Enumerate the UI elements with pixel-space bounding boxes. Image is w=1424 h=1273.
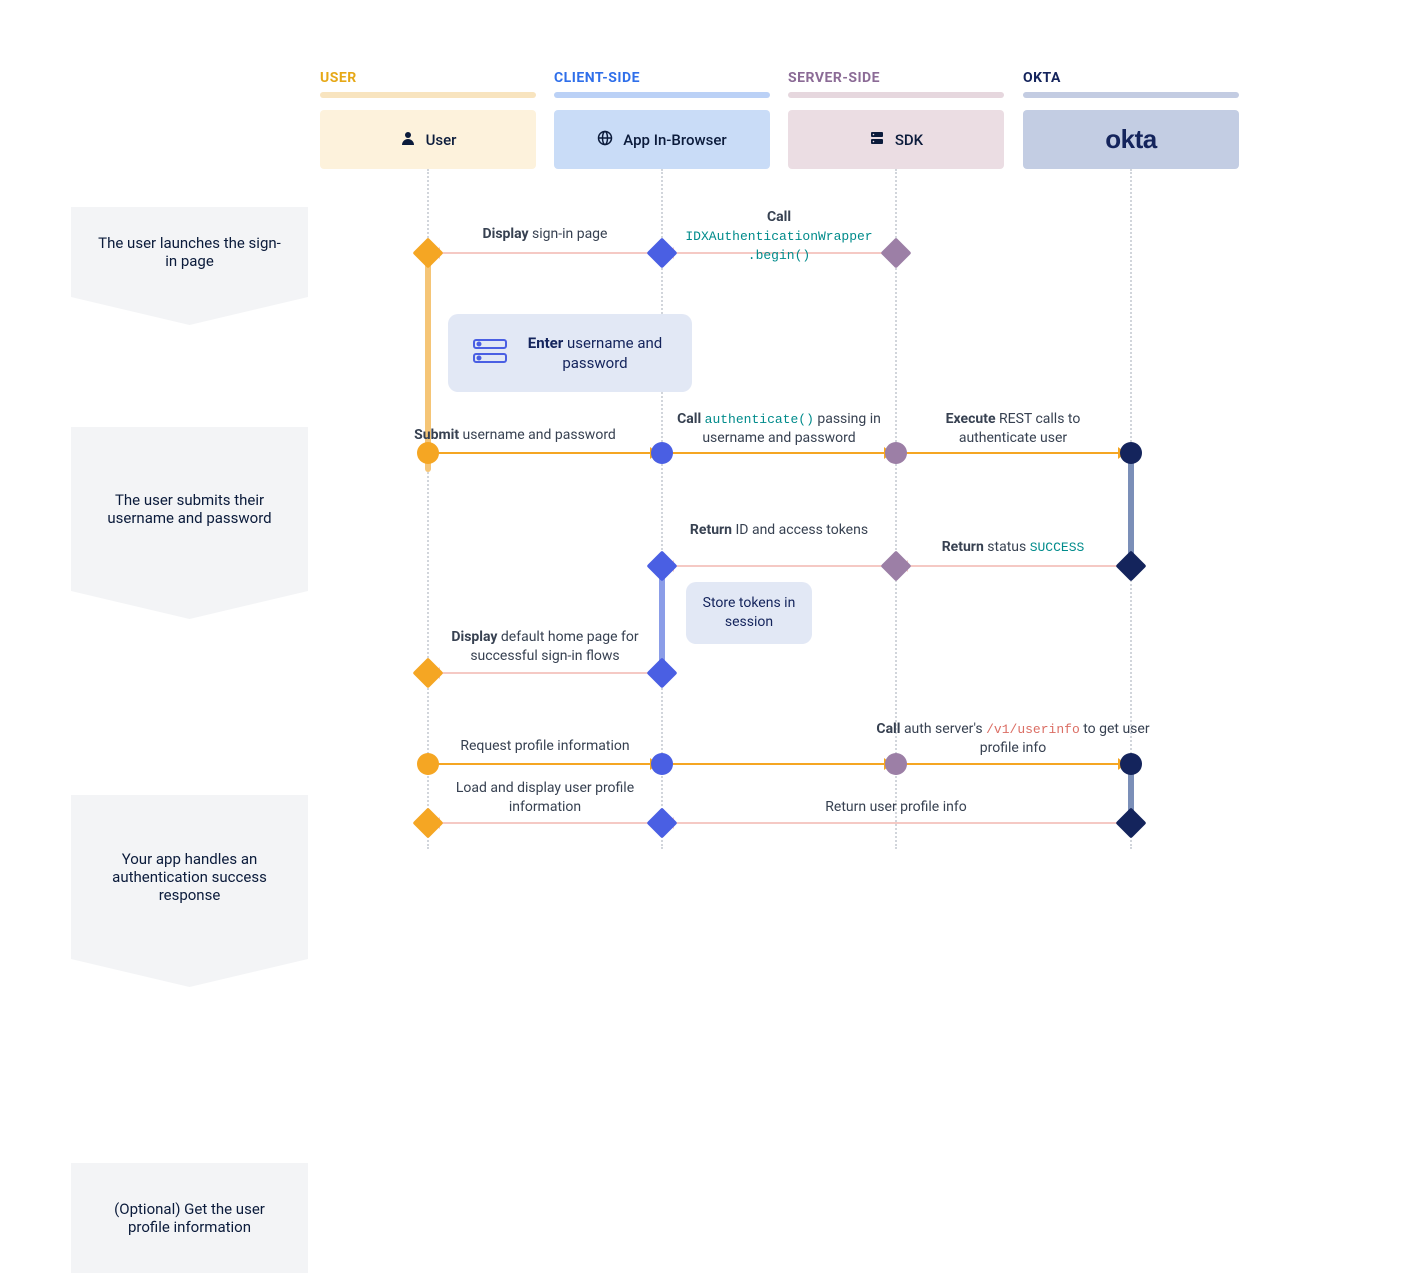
step-1-text: The user launches the sign-in page xyxy=(95,234,284,270)
lane-label-okta: OKTA xyxy=(1023,70,1061,86)
arrow-s2-client-server xyxy=(672,452,886,454)
lane-label-user: USER xyxy=(320,70,357,86)
node-s3-okta xyxy=(1115,550,1146,581)
node-s2-user xyxy=(417,442,439,464)
lane-box-server-label: SDK xyxy=(895,131,923,149)
label-s4-ret: Return user profile info xyxy=(672,798,1120,817)
lane-label-server: SERVER-SIDE xyxy=(788,70,880,86)
arrow-s2-server-okta xyxy=(906,452,1120,454)
bubble-store: Store tokens in session xyxy=(686,582,812,644)
arrow-s4-server-okta xyxy=(906,763,1120,765)
arrow-s1-client-user xyxy=(438,252,652,254)
user-icon xyxy=(400,130,416,150)
bubble-enter-text: Enter username and password xyxy=(522,333,668,374)
arrow-s3-server-client xyxy=(672,565,886,567)
step-4: (Optional) Get the user profile informat… xyxy=(71,1163,308,1273)
arrow-s2-user-client xyxy=(438,452,652,454)
lane-box-client: App In-Browser xyxy=(554,110,770,169)
lane-bar-user xyxy=(320,92,536,98)
lane-bar-okta xyxy=(1023,92,1239,98)
arrow-s4-user-client xyxy=(438,763,652,765)
globe-icon xyxy=(597,130,613,150)
arrow-s3-client-user xyxy=(438,672,652,674)
label-s4-load: Load and display user profile informatio… xyxy=(438,779,652,817)
arrow-s4-okta-client xyxy=(672,822,1120,824)
node-s4-user-t xyxy=(417,753,439,775)
label-s2-submit: Submit username and password xyxy=(380,426,650,445)
lane-bar-client xyxy=(554,92,770,98)
label-s1-display: Display sign-in page xyxy=(438,225,652,244)
label-s3-ret-status: Return status SUCCESS xyxy=(906,538,1120,557)
lane-label-client: CLIENT-SIDE xyxy=(554,70,640,86)
step-3-text: Your app handles an authentication succe… xyxy=(95,850,284,904)
activation-client xyxy=(659,566,665,672)
node-s4-client-t xyxy=(651,753,673,775)
step-3: Your app handles an authentication succe… xyxy=(71,795,308,959)
lane-bar-server xyxy=(788,92,1004,98)
lane-box-client-label: App In-Browser xyxy=(623,131,726,149)
form-icon xyxy=(472,336,508,370)
bubble-store-text: Store tokens in session xyxy=(698,594,800,632)
bubble-enter: Enter username and password xyxy=(448,314,692,392)
arrow-s4-client-user xyxy=(438,822,652,824)
label-s1-call: Call IDXAuthenticationWrapper .begin() xyxy=(672,208,886,265)
lane-box-user: User xyxy=(320,110,536,169)
step-2: The user submits their username and pass… xyxy=(71,427,308,591)
step-1: The user launches the sign-in page xyxy=(71,207,308,297)
database-icon xyxy=(869,130,885,150)
label-s3-ret-tokens: Return ID and access tokens xyxy=(672,521,886,540)
lane-box-server: SDK xyxy=(788,110,1004,169)
arrow-s3-okta-server xyxy=(906,565,1120,567)
node-s4-okta-b xyxy=(1115,807,1146,838)
label-s3-display: Display default home page for successful… xyxy=(438,628,652,666)
okta-logo xyxy=(1105,124,1156,155)
label-s4-call: Call auth server's /v1/userinfo to get u… xyxy=(860,720,1166,758)
label-s4-req: Request profile information xyxy=(438,737,652,756)
label-s2-exec: Execute REST calls to authenticate user xyxy=(906,410,1120,448)
lane-box-okta xyxy=(1023,110,1239,169)
step-4-text: (Optional) Get the user profile informat… xyxy=(95,1200,284,1236)
node-s2-okta xyxy=(1120,442,1142,464)
step-2-text: The user submits their username and pass… xyxy=(95,491,284,527)
node-s3-client-top xyxy=(646,550,677,581)
label-s2-call: Call authenticate() passing in username … xyxy=(668,410,890,448)
lane-box-user-label: User xyxy=(426,131,457,149)
arrow-s4-client-server xyxy=(672,763,886,765)
lifeline-client xyxy=(661,169,663,849)
